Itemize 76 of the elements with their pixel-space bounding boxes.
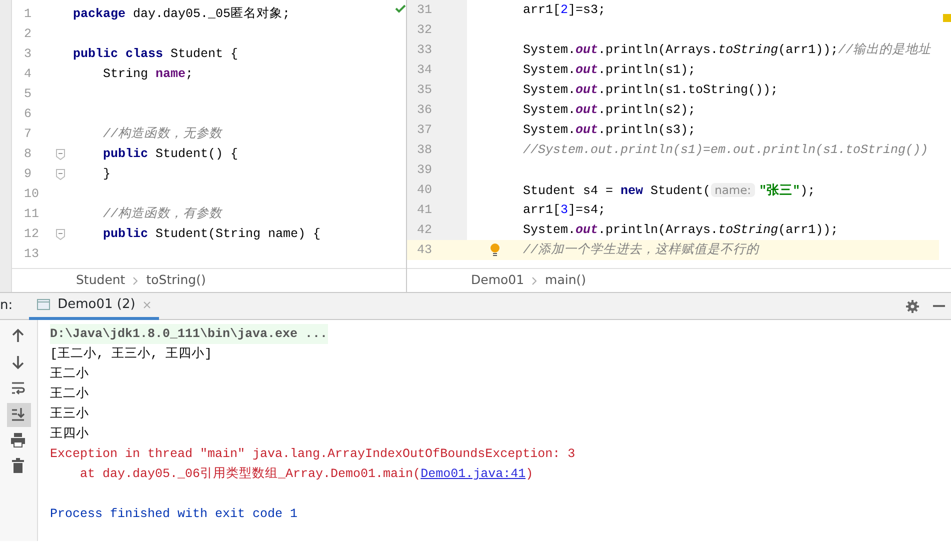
line-number: 9 [23,166,33,183]
up-arrow-icon [10,328,26,344]
breadcrumb-item[interactable]: Student [76,271,126,290]
fold-marker-icon[interactable] [56,228,65,240]
soft-wrap-icon [10,380,26,396]
line-number: 12 [23,226,40,243]
breadcrumb-item[interactable]: Demo01 [471,271,524,290]
code-line: //构造函数，有参数 [102,206,222,223]
down-arrow-icon [10,354,26,370]
code-line: //构造函数，无参数 [102,126,222,143]
line-number: 36 [407,100,467,120]
line-number: 11 [23,206,40,223]
line-number: 39 [407,160,467,180]
scroll-to-end-button[interactable] [6,403,30,427]
line-number: 37 [407,120,467,140]
code-line: arr1[3]=s4; [523,202,606,219]
code-line: package day.day05._05匿名对象; [73,6,290,23]
line-number: 2 [23,26,33,43]
breadcrumb-item[interactable]: main() [545,271,586,290]
console-line: 王三小 [50,406,89,423]
code-line: System.out.println(s1); [523,62,696,79]
line-number: 6 [23,106,33,123]
code-line: System.out.println(s2); [523,102,696,119]
run-label: n: [0,297,13,316]
console-line: Exception in thread "main" java.lang.ArrayIndexOutOfBoundsException: 3 [50,446,576,463]
code-line: Student s4 = new Student( name: "张三"); [523,182,816,200]
console-line: Process finished with exit code 1 [50,506,298,523]
file-link[interactable]: Demo01.java:41 [420,467,526,481]
line-number: 42 [407,220,467,240]
lightbulb-icon[interactable] [490,243,500,257]
check-icon [394,4,406,13]
line-number: 13 [23,246,40,263]
code-line: System.out.println(s1.toString()); [523,82,778,99]
fold-marker-icon[interactable] [56,168,65,180]
scroll-to-end-icon [10,406,26,422]
settings-icon[interactable] [906,300,919,312]
trash-icon [10,458,26,474]
code-line: System.out.println(Arrays.toString(arr1));//输出的是地址 [523,42,932,59]
line-number: 8 [23,146,33,163]
line-number: 33 [407,40,467,60]
line-number: 10 [23,186,40,203]
console-icon [36,299,50,310]
code-line: arr1[2]=s3; [523,2,606,19]
line-number: 31 [407,0,467,20]
fold-marker-icon[interactable] [56,148,65,160]
line-number: 3 [23,46,33,63]
code-line: public class Student { [73,46,238,63]
line-number: 5 [23,86,33,103]
code-line: String name; [102,66,194,83]
line-number: 38 [407,140,467,160]
printer-icon [10,432,26,448]
code-line: public Student() { [102,146,238,163]
console-line: [王二小, 王三小, 王四小] [50,346,212,363]
line-number: 41 [407,200,467,220]
chevron-icon [133,276,138,284]
code-line: //添加一个学生进去，这样赋值是不行的 [523,242,760,259]
line-number: 40 [407,180,467,200]
warning-marker[interactable] [943,14,951,22]
breadcrumb-item[interactable]: toString() [146,271,206,290]
code-line: System.out.println(Arrays.toString(arr1)); [523,222,838,239]
code-line: } [102,166,111,183]
line-number: 34 [407,60,467,80]
run-tab[interactable]: Demo01 (2) [28,292,160,320]
console-line: at day.day05._06引用类型数组_Array.Demo01.main(Demo01.java:41) [79,466,534,483]
code-line: //System.out.println(s1)=em.out.println(s1.toString()) [523,142,928,159]
code-line: System.out.println(s3); [523,122,696,139]
chevron-icon [532,276,538,284]
line-number: 35 [407,80,467,100]
code-line: public Student(String name) { [102,226,321,243]
console-line: 王四小 [50,426,89,443]
console-line: 王二小 [50,386,89,403]
line-number: 7 [23,126,33,143]
line-number: 4 [23,66,33,83]
line-number: 32 [407,20,467,40]
line-number: 1 [23,6,33,23]
console-line: 王二小 [50,366,89,383]
